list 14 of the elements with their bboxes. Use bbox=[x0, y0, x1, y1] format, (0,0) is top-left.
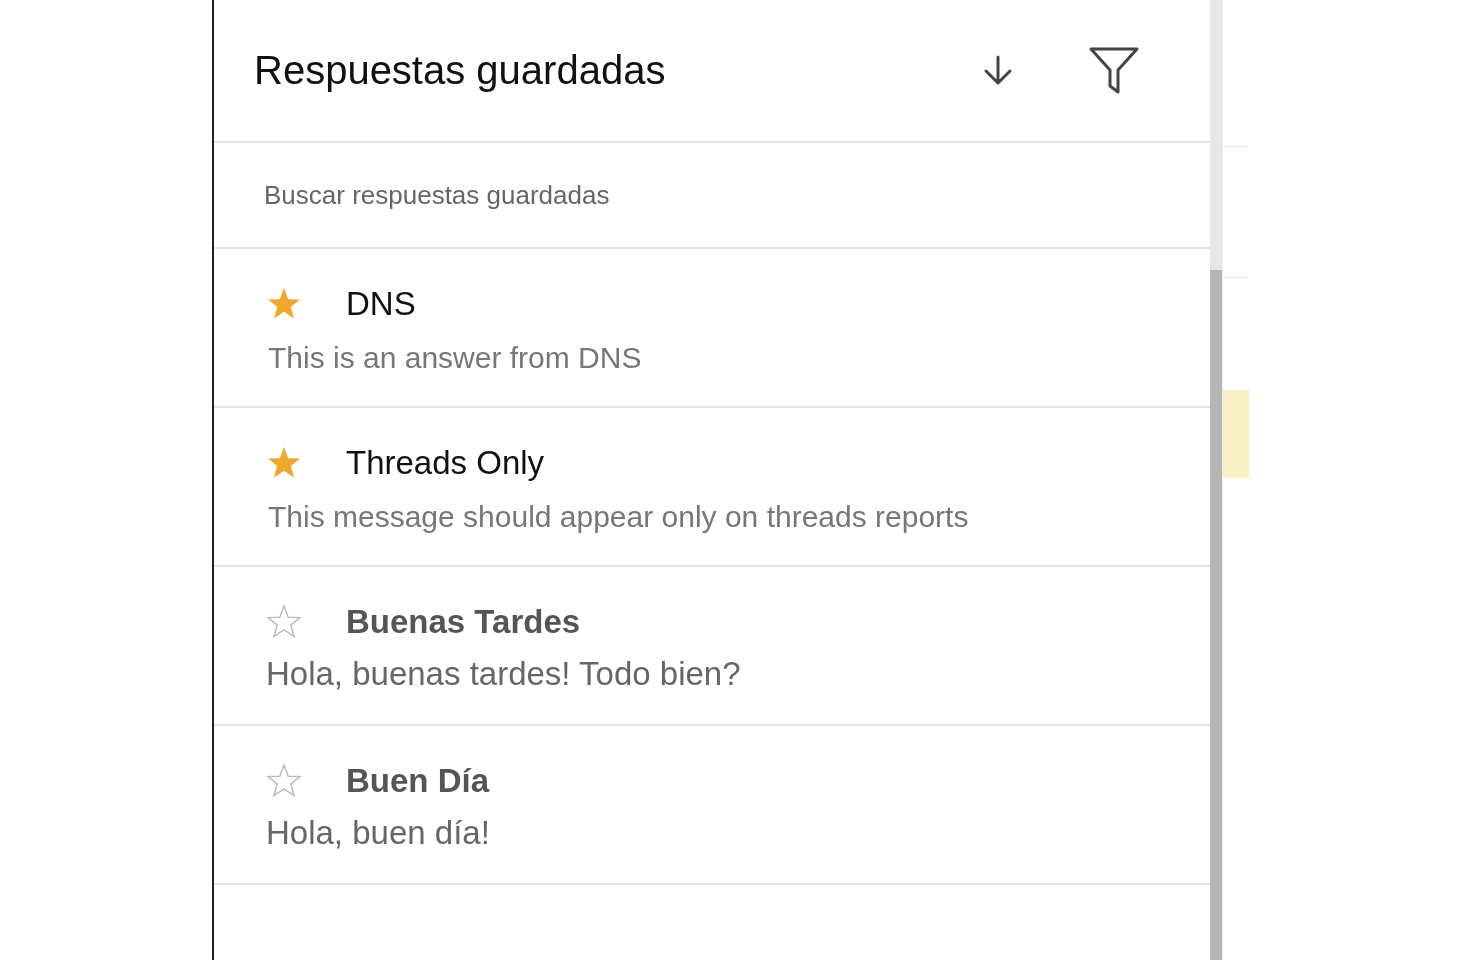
star-icon[interactable] bbox=[266, 763, 302, 799]
filter-icon bbox=[1088, 45, 1140, 96]
reply-title: Buen Día bbox=[346, 762, 490, 800]
filter-button[interactable] bbox=[1088, 45, 1140, 96]
reply-text: Hola, buenas tardes! Todo bien? bbox=[266, 655, 742, 693]
reply-title: Threads Only bbox=[346, 444, 545, 482]
reply-text: This is an answer from DNS bbox=[267, 341, 643, 375]
reply-text: Hola, buen día! bbox=[266, 814, 491, 852]
scrollbar-thumb[interactable] bbox=[1210, 270, 1222, 960]
panel-title: Respuestas guardadas bbox=[254, 48, 667, 93]
reply-title: Buenas Tardes bbox=[346, 603, 581, 641]
reply-title: DNS bbox=[346, 285, 416, 323]
star-icon[interactable] bbox=[266, 604, 302, 640]
reply-text: This message should appear only on threads reports bbox=[267, 500, 970, 534]
